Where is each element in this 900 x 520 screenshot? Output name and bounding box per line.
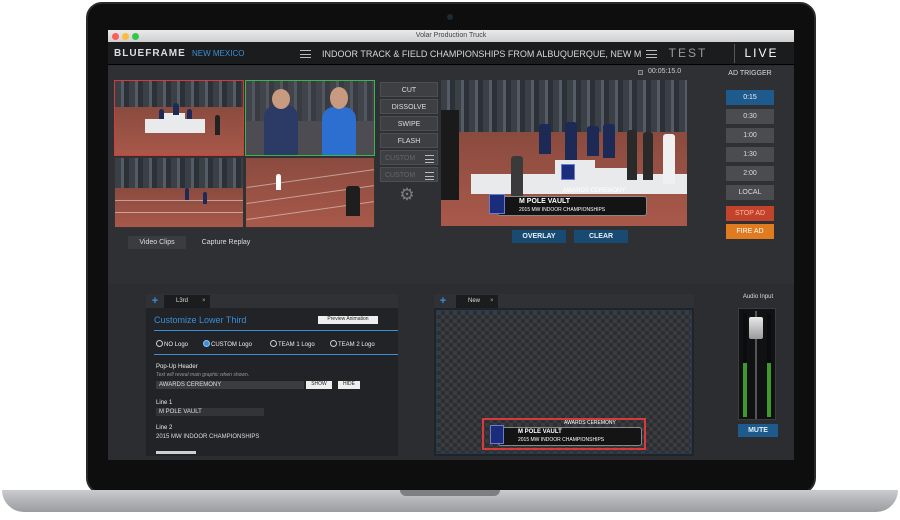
graphics-preview-panel: + New × AWARDS CEREMONY M POLE VAULT 201… [434, 294, 694, 456]
transition-flash-button[interactable]: FLASH [380, 133, 438, 148]
options-divider [154, 354, 398, 355]
ad-duration-1-00[interactable]: 1:00 [726, 128, 774, 143]
tab-l3rd-label: L3rd [176, 298, 189, 304]
stop-icon[interactable] [638, 70, 643, 75]
window-title: Volar Production Truck [415, 32, 487, 39]
test-mode-button[interactable]: TEST [660, 44, 716, 63]
ad-trigger-title: AD TRIGGER [728, 70, 772, 77]
program-lower-third: AWARDS CEREMONY M POLE VAULT 2015 MW IND… [485, 188, 655, 218]
source-tile-3[interactable] [114, 157, 244, 228]
program-output: AWARDS CEREMONY M POLE VAULT 2015 MW IND… [441, 80, 687, 226]
logo-option-custom-label: CUSTOM Logo [211, 342, 252, 348]
tab-new[interactable]: New × [456, 295, 498, 308]
close-tab-icon[interactable]: × [202, 295, 206, 308]
transition-cut-button[interactable]: CUT [380, 82, 438, 97]
ad-local-button[interactable]: LOCAL [726, 185, 774, 200]
source-tile-2[interactable] [245, 80, 375, 156]
audio-level-left [743, 363, 747, 417]
logo-option-team1-label: TEAM 1 Logo [278, 342, 315, 348]
audio-fader-knob[interactable] [749, 317, 763, 339]
program-lt-logo [489, 194, 505, 214]
audio-level-right [767, 363, 771, 417]
preview-selection-box[interactable]: AWARDS CEREMONY M POLE VAULT 2015 MW IND… [482, 418, 646, 450]
program-timer: 00:05:15.0 [648, 68, 682, 75]
ad-duration-2-00[interactable]: 2:00 [726, 166, 774, 181]
heading-divider [154, 330, 398, 331]
laptop-notch [400, 490, 500, 496]
logo-option-none-label: NO Logo [164, 342, 189, 348]
preview-lt-logo [490, 425, 504, 444]
program-lt-line2: 2015 MW INDOOR CHAMPIONSHIPS [519, 207, 606, 213]
preview-animation-button[interactable]: Preview Animation [318, 316, 378, 324]
source-tile-4[interactable] [245, 157, 375, 228]
live-mode-button[interactable]: LIVE [734, 44, 788, 63]
popup-header-label: Pop-Up Header [156, 364, 198, 370]
program-lt-header: AWARDS CEREMONY [563, 188, 626, 194]
custom-1-label: CUSTOM [385, 155, 416, 162]
add-tab-icon[interactable]: + [149, 294, 161, 308]
transition-swipe-button[interactable]: SWIPE [380, 116, 438, 131]
gear-icon[interactable]: ⚙ [398, 186, 416, 204]
event-menu-icon[interactable] [646, 50, 657, 58]
line1-label: Line 1 [156, 400, 173, 406]
close-preview-tab-icon[interactable]: × [490, 295, 494, 308]
ad-duration-1-30[interactable]: 1:30 [726, 147, 774, 162]
custom-2-menu-icon[interactable] [425, 172, 434, 180]
editor-heading: Customize Lower Third [154, 315, 247, 325]
webcam-icon [447, 14, 453, 20]
preview-lt-line2: 2015 MW INDOOR CHAMPIONSHIPS [518, 437, 605, 443]
app-header: BLUEFRAME NEW MEXICO INDOOR TRACK & FIEL… [108, 42, 794, 65]
station-name[interactable]: NEW MEXICO [192, 49, 244, 58]
audio-meter [738, 308, 776, 420]
tab-new-label: New [468, 298, 481, 304]
transition-custom-2-button[interactable]: CUSTOM [380, 167, 438, 182]
source-tile-1[interactable] [114, 80, 244, 156]
audio-input-title: Audio Input [742, 294, 774, 300]
scroll-indicator[interactable] [156, 451, 196, 454]
radio-custom-icon [203, 340, 210, 347]
preview-lt-header: AWARDS CEREMONY [564, 420, 616, 426]
overlay-button[interactable]: OVERLAY [512, 230, 566, 243]
line2-label: Line 2 [156, 425, 173, 431]
popup-header-input[interactable]: AWARDS CEREMONY [156, 381, 304, 389]
ad-duration-0-30[interactable]: 0:30 [726, 109, 774, 124]
line2-input[interactable]: 2015 MW INDOOR CHAMPIONSHIPS [156, 433, 264, 441]
clear-button[interactable]: CLEAR [574, 230, 628, 243]
show-button[interactable]: SHOW [306, 381, 332, 389]
popup-hint: Text will reveal main graphic when shown… [156, 372, 250, 378]
logo-option-team2[interactable]: TEAM 2 Logo [330, 340, 375, 348]
lower-third-editor: + L3rd × Customize Lower Third Preview A… [146, 294, 398, 456]
add-preview-tab-icon[interactable]: + [437, 294, 449, 308]
radio-team1-icon [270, 340, 277, 347]
fire-ad-button[interactable]: FIRE AD [726, 224, 774, 239]
hide-button[interactable]: HIDE [338, 381, 360, 389]
logo-option-team1[interactable]: TEAM 1 Logo [270, 340, 315, 348]
custom-1-menu-icon[interactable] [425, 155, 434, 163]
radio-none-icon [156, 340, 163, 347]
custom-2-label: CUSTOM [385, 172, 416, 179]
transition-custom-1-button[interactable]: CUSTOM [380, 150, 438, 165]
video-clips-button[interactable]: Video Clips [128, 236, 186, 249]
ad-duration-0-15[interactable]: 0:15 [726, 90, 774, 105]
logo-option-custom[interactable]: CUSTOM Logo [203, 340, 252, 348]
logo-option-none[interactable]: NO Logo [156, 340, 188, 348]
line1-input[interactable]: M POLE VAULT [156, 408, 264, 416]
logo-option-team2-label: TEAM 2 Logo [338, 342, 375, 348]
mute-button[interactable]: MUTE [738, 424, 778, 437]
radio-team2-icon [330, 340, 337, 347]
app-screen: Volar Production Truck BLUEFRAME NEW MEX… [108, 30, 794, 460]
brand-logo: BLUEFRAME [114, 48, 186, 59]
menu-icon[interactable] [300, 50, 311, 58]
program-lt-line1: M POLE VAULT [519, 198, 571, 205]
preview-lt-line1: M POLE VAULT [518, 429, 562, 435]
capture-replay-button[interactable]: Capture Replay [194, 236, 258, 249]
transition-dissolve-button[interactable]: DISSOLVE [380, 99, 438, 114]
tab-l3rd[interactable]: L3rd × [164, 295, 210, 308]
stop-ad-button[interactable]: STOP AD [726, 206, 774, 221]
event-title: INDOOR TRACK & FIELD CHAMPIONSHIPS FROM … [322, 49, 642, 59]
